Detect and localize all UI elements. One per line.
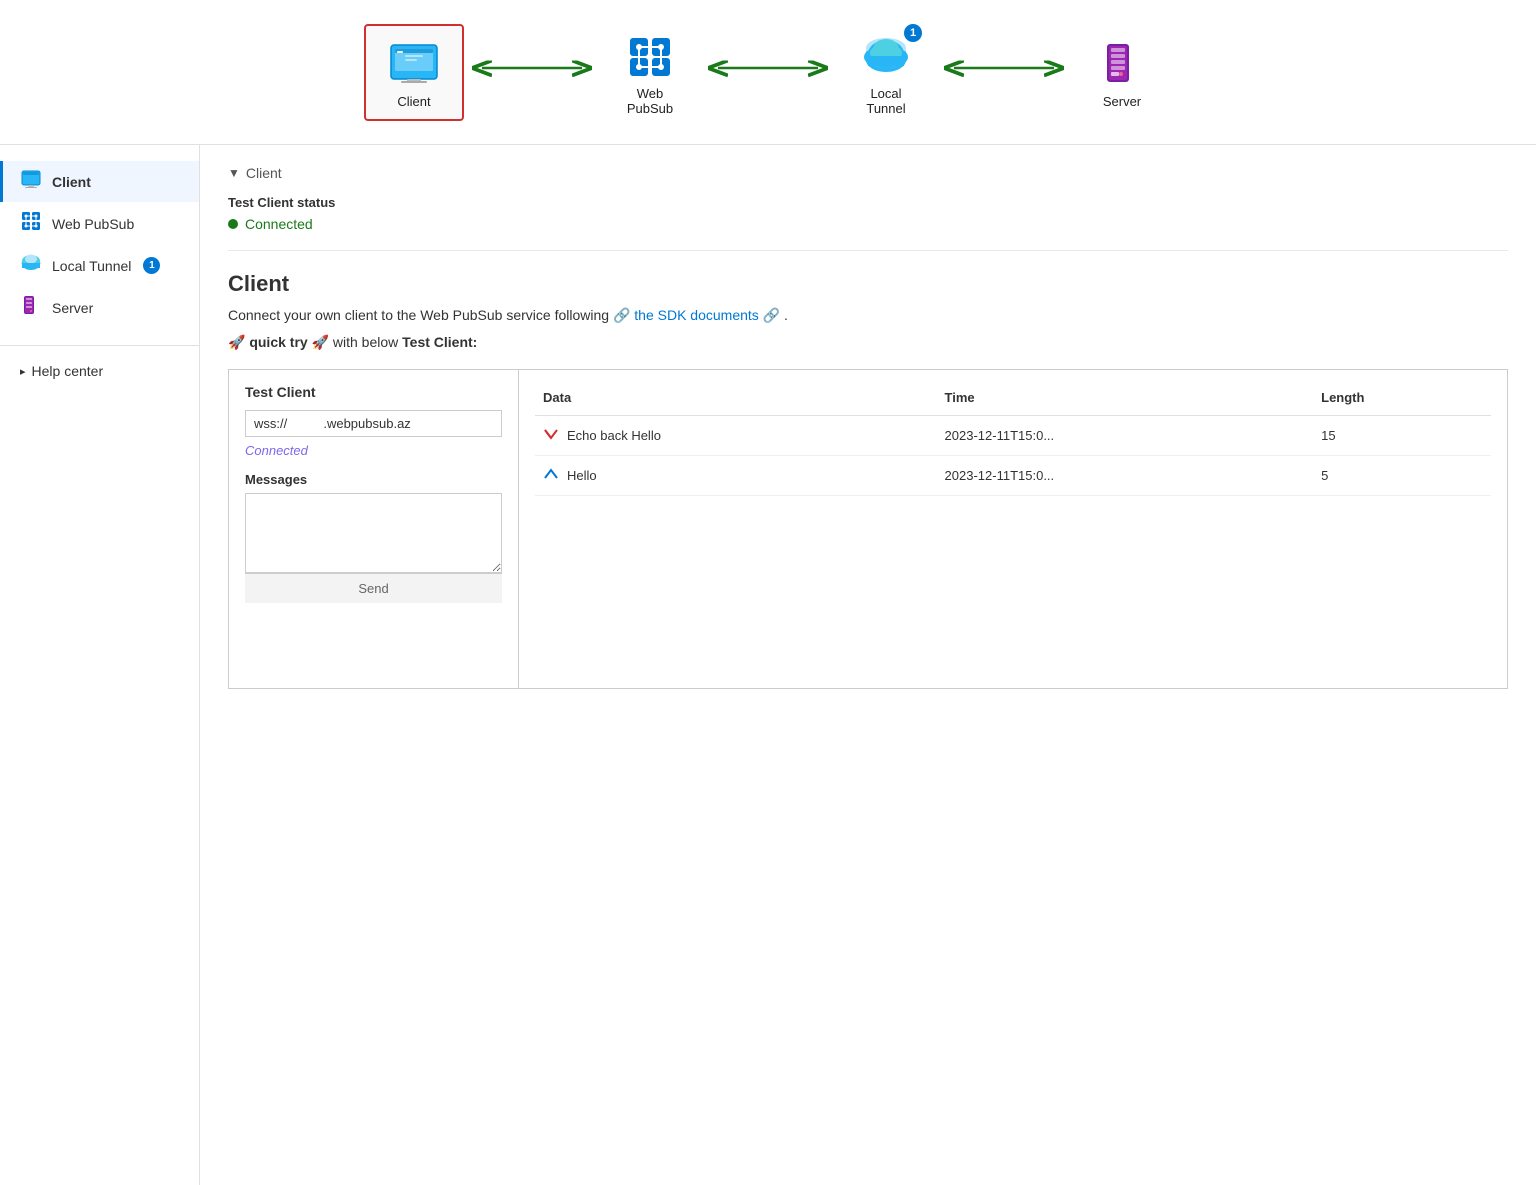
client-icon — [387, 36, 441, 90]
main-layout: Client Web PubSub — [0, 145, 1536, 1185]
link-chain-icon-left: 🔗 — [613, 307, 630, 323]
section-header-label: Client — [246, 165, 282, 181]
section-chevron-icon: ▼ — [228, 166, 240, 180]
sidebar-helpcenter[interactable]: ▸ Help center — [0, 354, 199, 388]
webpubsub-sidebar-icon — [20, 211, 42, 236]
cell-data-text: Hello — [567, 468, 597, 483]
cell-data: Hello — [535, 456, 937, 496]
diagram-node-localtunnel[interactable]: 1 LocalTunnel — [836, 18, 936, 126]
sidebar-item-client[interactable]: Client — [0, 161, 199, 202]
diagram-webpubsub-label: WebPubSub — [627, 86, 673, 116]
table-row: Hello 2023-12-11T15:0...5 — [535, 456, 1491, 496]
sidebar-item-webpubsub[interactable]: Web PubSub — [0, 202, 199, 245]
col-data: Data — [535, 384, 937, 416]
diagram-client-label: Client — [397, 94, 430, 109]
sidebar-item-localtunnel[interactable]: Local Tunnel 1 — [0, 245, 199, 286]
down-arrow-icon — [543, 426, 559, 445]
localtunnel-sidebar-icon — [20, 254, 42, 277]
test-client-title: Test Client — [245, 384, 502, 400]
cell-time: 2023-12-11T15:0... — [937, 416, 1314, 456]
sdk-link-text: the SDK documents — [634, 307, 759, 323]
sdk-link[interactable]: 🔗 the SDK documents 🔗 — [613, 307, 784, 323]
client-title: Client — [228, 271, 1508, 297]
connected-label: Connected — [245, 443, 502, 458]
quick-try-rocket-1: 🚀 — [228, 334, 245, 350]
localtunnel-sidebar-badge: 1 — [143, 257, 160, 274]
col-length: Length — [1313, 384, 1491, 416]
status-row: Connected — [228, 216, 1508, 232]
quick-try-rocket-2: 🚀 with below — [312, 334, 403, 350]
test-client-bold: Test Client: — [402, 334, 477, 350]
diagram-arrow-1 — [472, 60, 592, 84]
status-title: Test Client status — [228, 195, 1508, 210]
cell-time: 2023-12-11T15:0... — [937, 456, 1314, 496]
sidebar-server-label: Server — [52, 300, 93, 316]
connection-diagram: Client — [0, 0, 1536, 145]
client-panel: Test Client Connected Messages Send Data… — [228, 369, 1508, 689]
cell-length: 15 — [1313, 416, 1491, 456]
diagram-node-client[interactable]: Client — [364, 24, 464, 121]
section-header[interactable]: ▼ Client — [228, 165, 1508, 181]
cell-data: Echo back Hello — [535, 416, 937, 456]
content-area: ▼ Client Test Client status Connected Cl… — [200, 145, 1536, 1185]
data-table: Data Time Length Echo back Hello 2023-12-… — [535, 384, 1491, 496]
sidebar: Client Web PubSub — [0, 145, 200, 1185]
quick-try-bold: quick try — [249, 334, 307, 350]
diagram-node-webpubsub[interactable]: WebPubSub — [600, 18, 700, 126]
messages-textarea[interactable] — [245, 493, 502, 573]
messages-label: Messages — [245, 472, 502, 487]
wss-input[interactable] — [245, 410, 502, 437]
diagram-server-label: Server — [1103, 94, 1141, 109]
up-arrow-icon — [543, 466, 559, 485]
sidebar-helpcenter-label: Help center — [32, 363, 104, 379]
cell-length: 5 — [1313, 456, 1491, 496]
client-description: Connect your own client to the Web PubSu… — [228, 305, 1508, 326]
diagram-arrow-2 — [708, 60, 828, 84]
webpubsub-icon — [623, 28, 677, 82]
client-sidebar-icon — [20, 170, 42, 193]
col-time: Time — [937, 384, 1314, 416]
quick-try-description: 🚀 quick try 🚀 with below Test Client: — [228, 332, 1508, 353]
description-prefix: Connect your own client to the Web PubSu… — [228, 307, 613, 323]
table-header-row: Data Time Length — [535, 384, 1491, 416]
diagram-localtunnel-label: LocalTunnel — [866, 86, 905, 116]
sidebar-client-label: Client — [52, 174, 91, 190]
link-chain-icon-right: 🔗 — [763, 307, 780, 323]
server-sidebar-icon — [20, 295, 42, 320]
localtunnel-badge: 1 — [904, 24, 922, 42]
diagram-node-server[interactable]: Server — [1072, 26, 1172, 119]
table-row: Echo back Hello 2023-12-11T15:0...15 — [535, 416, 1491, 456]
status-green-dot — [228, 219, 238, 229]
status-text: Connected — [245, 216, 313, 232]
server-icon — [1095, 36, 1149, 90]
test-client-left: Test Client Connected Messages Send — [229, 370, 519, 688]
diagram-arrow-3 — [944, 60, 1064, 84]
sidebar-localtunnel-label: Local Tunnel — [52, 258, 131, 274]
data-table-area: Data Time Length Echo back Hello 2023-12-… — [519, 370, 1507, 688]
send-button[interactable]: Send — [245, 573, 502, 603]
status-block: Test Client status Connected — [228, 195, 1508, 251]
description-suffix: . — [784, 307, 788, 323]
sidebar-item-server[interactable]: Server — [0, 286, 199, 329]
cell-data-text: Echo back Hello — [567, 428, 661, 443]
sidebar-webpubsub-label: Web PubSub — [52, 216, 134, 232]
helpcenter-chevron-icon: ▸ — [20, 365, 26, 378]
